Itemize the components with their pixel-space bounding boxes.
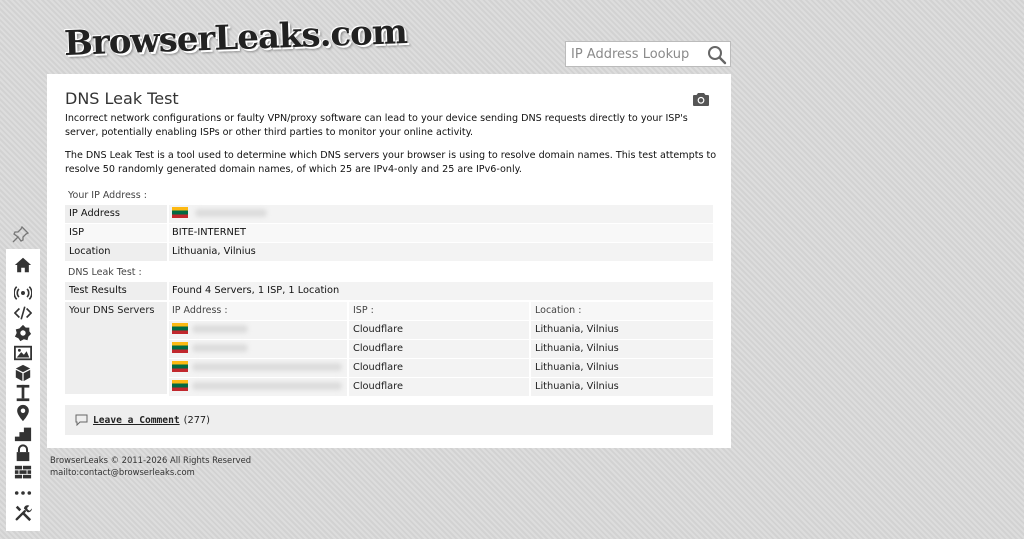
- broadcast-icon[interactable]: [13, 283, 33, 303]
- lithuania-flag-icon: [172, 379, 188, 391]
- comment-count: (277): [183, 414, 210, 426]
- test-results-value: Found 4 Servers, 1 ISP, 1 Location: [169, 282, 713, 300]
- more-dots-icon[interactable]: [13, 483, 33, 503]
- image-icon[interactable]: [13, 343, 33, 363]
- isp-value: BITE-INTERNET: [169, 224, 713, 242]
- col-ip-header: IP Address :: [169, 302, 347, 320]
- location-pin-icon[interactable]: [13, 403, 33, 423]
- lithuania-flag-icon: [172, 360, 188, 372]
- text-cursor-icon[interactable]: [13, 383, 33, 403]
- home-icon[interactable]: [13, 255, 33, 275]
- dns-ip-cell: [169, 378, 347, 396]
- intro-paragraph-1: Incorrect network configurations or faul…: [65, 113, 688, 138]
- dns-isp-cell: Cloudflare: [349, 321, 529, 339]
- dns-location-cell: Lithuania, Vilnius: [531, 378, 713, 396]
- lithuania-flag-icon: [172, 206, 188, 218]
- dns-location-cell: Lithuania, Vilnius: [531, 340, 713, 358]
- isp-key: ISP: [65, 224, 167, 242]
- table-row: Cloudflare Lithuania, Vilnius: [169, 359, 713, 378]
- ip-section-label: Your IP Address :: [68, 190, 147, 201]
- test-results-row: Test Results Found 4 Servers, 1 ISP, 1 L…: [65, 282, 713, 300]
- brick-wall-icon[interactable]: [13, 463, 33, 483]
- tools-icon[interactable]: [13, 503, 33, 523]
- location-row: Location Lithuania, Vilnius: [65, 243, 713, 261]
- test-results-key: Test Results: [65, 282, 167, 300]
- search-icon[interactable]: [707, 45, 727, 65]
- logo-text: BrowserLeaks.com: [63, 12, 408, 64]
- side-toolbar: [6, 249, 40, 531]
- ip-lookup-input[interactable]: [566, 43, 704, 65]
- redacted-ip: [192, 382, 342, 390]
- col-location-header: Location :: [531, 302, 713, 320]
- code-icon[interactable]: [13, 303, 33, 323]
- ip-lookup-search: [565, 41, 731, 67]
- location-key: Location: [65, 243, 167, 261]
- copyright-text: BrowserLeaks © 2011-2026 All Rights Rese…: [50, 455, 252, 465]
- intro-paragraph-2: The DNS Leak Test is a tool used to dete…: [65, 150, 717, 175]
- pin-icon[interactable]: [11, 226, 29, 244]
- redacted-ip: [195, 209, 268, 217]
- col-isp-header: ISP :: [349, 302, 529, 320]
- camera-icon[interactable]: [693, 92, 709, 106]
- dns-ip-cell: [169, 340, 347, 358]
- contact-link[interactable]: mailto:contact@browserleaks.com: [50, 466, 251, 478]
- ip-address-row: IP Address: [65, 205, 713, 223]
- redacted-ip: [192, 363, 342, 371]
- redacted-ip: [192, 344, 248, 352]
- ip-address-key: IP Address: [65, 205, 167, 223]
- isp-row: ISP BITE-INTERNET: [65, 224, 713, 242]
- dns-ip-cell: [169, 359, 347, 377]
- lithuania-flag-icon: [172, 341, 188, 353]
- gear-flower-icon[interactable]: [13, 323, 33, 343]
- cube-icon[interactable]: [13, 363, 33, 383]
- lock-icon[interactable]: [13, 443, 33, 463]
- dns-isp-cell: Cloudflare: [349, 359, 529, 377]
- site-logo[interactable]: BrowserLeaks.com: [63, 12, 407, 64]
- dns-table-header: IP Address : ISP : Location :: [169, 302, 713, 321]
- dns-servers-key: Your DNS Servers: [65, 302, 167, 394]
- lithuania-flag-icon: [172, 322, 188, 334]
- ip-address-value: [169, 205, 713, 223]
- dns-ip-cell: [169, 321, 347, 339]
- location-value: Lithuania, Vilnius: [169, 243, 713, 261]
- leave-comment-link[interactable]: Leave a Comment: [93, 415, 180, 426]
- comment-box: Leave a Comment (277): [65, 405, 713, 435]
- dns-location-cell: Lithuania, Vilnius: [531, 359, 713, 377]
- footer: BrowserLeaks © 2011-2026 All Rights Rese…: [50, 454, 251, 478]
- dns-section-label: DNS Leak Test :: [68, 267, 142, 278]
- page-title: DNS Leak Test: [65, 89, 179, 108]
- dns-servers-table: IP Address : ISP : Location : Cloudflare…: [169, 302, 713, 397]
- table-row: Cloudflare Lithuania, Vilnius: [169, 378, 713, 397]
- redacted-ip: [192, 325, 248, 333]
- stairs-icon[interactable]: [13, 423, 33, 443]
- dns-isp-cell: Cloudflare: [349, 378, 529, 396]
- dns-location-cell: Lithuania, Vilnius: [531, 321, 713, 339]
- comment-icon: [75, 414, 88, 426]
- table-row: Cloudflare Lithuania, Vilnius: [169, 321, 713, 340]
- main-panel: DNS Leak Test Incorrect network configur…: [47, 74, 731, 448]
- table-row: Cloudflare Lithuania, Vilnius: [169, 340, 713, 359]
- dns-isp-cell: Cloudflare: [349, 340, 529, 358]
